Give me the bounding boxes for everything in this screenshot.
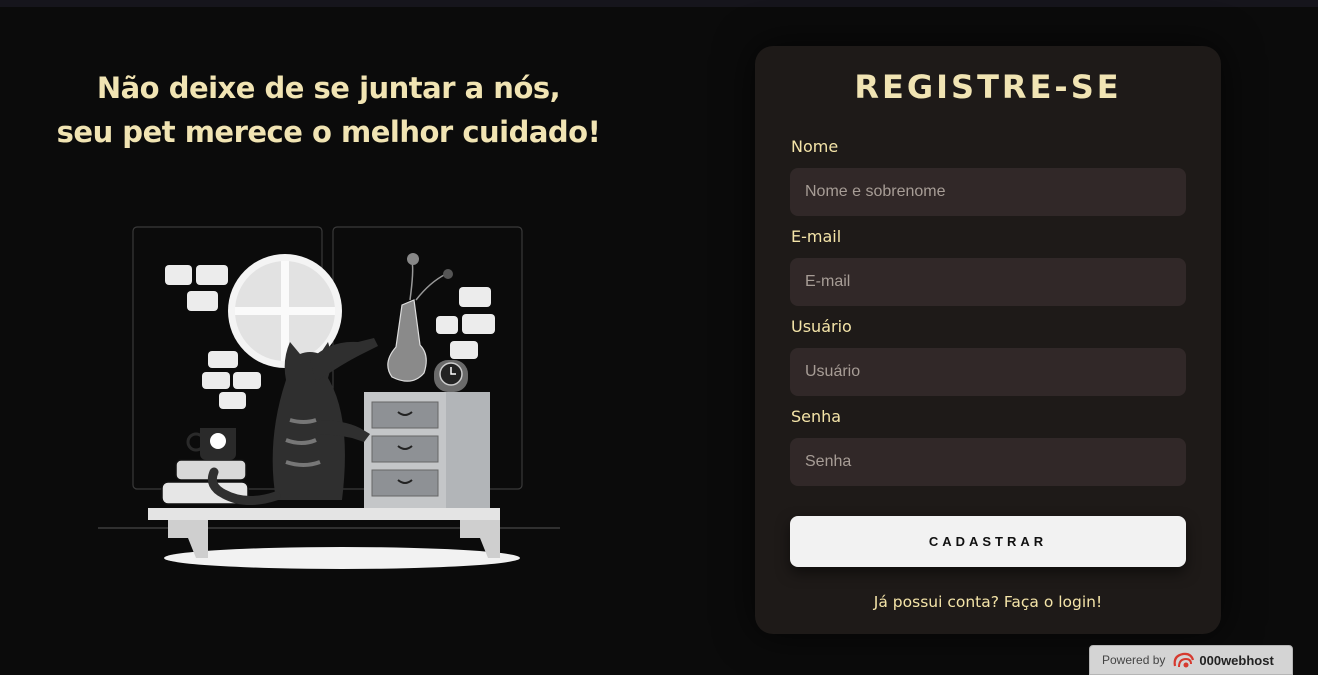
password-label: Senha — [791, 407, 842, 426]
floor-shadow — [164, 547, 520, 569]
username-input[interactable] — [790, 348, 1186, 396]
register-title: REGISTRE-SE — [854, 68, 1122, 106]
username-label: Usuário — [791, 317, 852, 336]
name-label: Nome — [791, 137, 839, 156]
password-input[interactable] — [790, 438, 1186, 486]
cat-at-window-illustration — [98, 226, 560, 569]
email-input[interactable] — [790, 258, 1186, 306]
000webhost-logo-icon — [1173, 652, 1195, 668]
name-input[interactable] — [790, 168, 1186, 216]
register-button[interactable]: CADASTRAR — [790, 516, 1186, 567]
headline-line-1: Não deixe de se juntar a nós, — [96, 71, 561, 105]
top-bar — [0, 0, 1318, 7]
powered-by-badge[interactable]: Powered by 000webhost — [1089, 645, 1293, 675]
bench-top — [148, 508, 500, 520]
000webhost-brand: 000webhost — [1199, 652, 1274, 668]
powered-by-text: Powered by — [1102, 653, 1166, 667]
page-headline: Não deixe de se juntar a nós, seu pet me… — [30, 66, 627, 154]
headline-line-2: seu pet merece o melhor cuidado! — [56, 115, 601, 149]
email-label: E-mail — [791, 227, 842, 246]
login-link[interactable]: Já possui conta? Faça o login! — [755, 593, 1221, 611]
